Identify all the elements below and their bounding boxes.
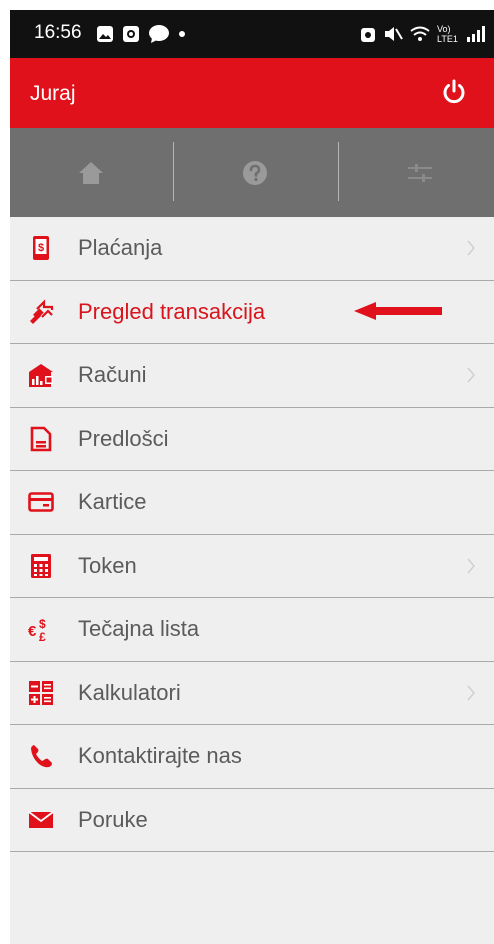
menu-item-kartice[interactable]: Kartice	[10, 471, 494, 535]
menu-label: Poruke	[78, 806, 148, 832]
user-name: Juraj	[30, 82, 76, 105]
templates-icon	[30, 426, 52, 451]
menu-label: Plaćanja	[78, 235, 163, 260]
menu-item-kontaktirajte-nas[interactable]: Kontaktirajte nas	[10, 725, 494, 789]
menu-label: Pregled transakcija	[78, 298, 266, 324]
menu-label: Kontaktirajte nas	[78, 743, 242, 768]
envelope-icon	[28, 810, 54, 828]
accounts-icon	[29, 364, 53, 387]
gallery-icon	[97, 26, 113, 42]
app-header: Juraj	[10, 58, 494, 128]
system-icons: Vo) LTE1	[360, 23, 486, 45]
signal-icon	[467, 26, 485, 42]
app-notification-icon	[123, 26, 139, 42]
menu-item-kalkulatori[interactable]: Kalkulatori	[10, 662, 494, 725]
exchange-rates-icon: € $ £	[28, 617, 46, 642]
menu-item-predlosci[interactable]: Predlošci	[10, 408, 494, 471]
chevron-right-icon	[467, 685, 475, 700]
menu-item-placanja[interactable]: $ Plaćanja	[10, 217, 494, 281]
chevron-right-icon	[467, 240, 475, 256]
svg-text:£: £	[39, 630, 46, 642]
sliders-icon	[407, 163, 432, 182]
help-icon	[242, 160, 267, 185]
logout-button[interactable]	[440, 78, 468, 106]
menu-label: Token	[78, 552, 137, 578]
mute-icon	[385, 27, 403, 41]
app-screen: 16:56 Vo) LTE1 Juraj $ Plaćanja Pregled …	[10, 10, 494, 944]
svg-text:$: $	[39, 617, 46, 631]
phone-icon	[31, 745, 52, 768]
alarm-icon	[361, 28, 375, 42]
help-button[interactable]	[174, 128, 335, 217]
home-icon	[78, 161, 103, 184]
menu-label: Tečajna lista	[78, 616, 200, 641]
menu-item-racuni[interactable]: Računi	[10, 344, 494, 408]
main-menu: $ Plaćanja Pregled transakcija Računi Pr…	[10, 217, 494, 852]
calculators-icon	[29, 680, 53, 705]
red-arrow-annotation	[354, 301, 442, 320]
status-time: 16:56	[34, 22, 82, 43]
chevron-right-icon	[467, 367, 475, 383]
svg-text:$: $	[38, 242, 44, 254]
notification-icons	[96, 24, 186, 44]
menu-label: Predlošci	[78, 425, 169, 451]
transactions-icon	[30, 298, 54, 324]
power-icon	[443, 79, 465, 104]
svg-text:€: €	[28, 623, 37, 640]
menu-item-token[interactable]: Token	[10, 535, 494, 598]
payments-icon: $	[33, 236, 49, 260]
chat-bubble-icon	[149, 25, 169, 43]
token-icon	[31, 553, 51, 578]
menu-item-pregled-transakcija[interactable]: Pregled transakcija	[10, 281, 494, 344]
status-bar: 16:56 Vo) LTE1	[10, 10, 494, 58]
dot-icon	[179, 31, 185, 37]
menu-item-tecajna-lista[interactable]: € $ £ Tečajna lista	[10, 598, 494, 662]
network-label: Vo) LTE1	[437, 24, 458, 44]
chevron-right-icon	[467, 558, 475, 573]
settings-button[interactable]	[339, 128, 494, 217]
menu-item-poruke[interactable]: Poruke	[10, 789, 494, 852]
menu-label: Kalkulatori	[78, 679, 181, 705]
menu-label: Računi	[78, 362, 147, 387]
wifi-icon	[410, 26, 430, 41]
home-button[interactable]	[10, 128, 171, 217]
menu-label: Kartice	[78, 489, 147, 514]
cards-icon	[28, 492, 54, 512]
quick-toolbar	[10, 128, 494, 217]
